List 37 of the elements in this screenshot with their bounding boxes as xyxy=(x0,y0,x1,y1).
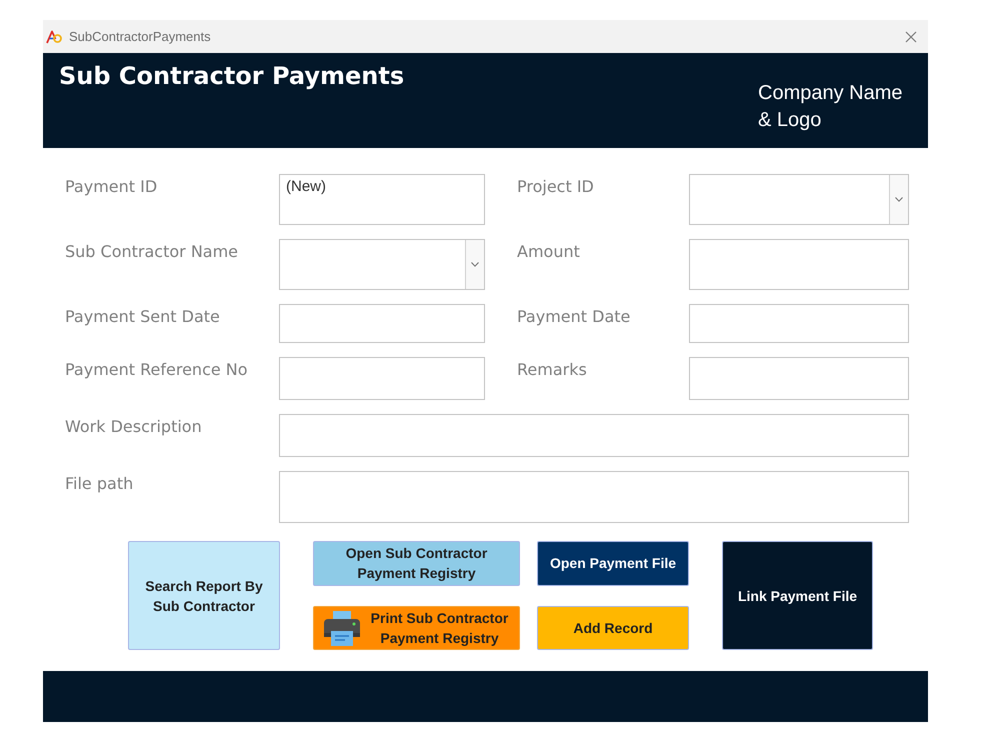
window-title: SubContractorPayments xyxy=(69,29,212,44)
dropdown-field[interactable] xyxy=(279,239,485,290)
text-field[interactable] xyxy=(279,471,909,523)
action-button[interactable]: Search Report By Sub Contractor xyxy=(128,541,280,650)
field-label: Project ID xyxy=(517,176,594,196)
field-label: Payment ID xyxy=(65,176,158,196)
text-field[interactable] xyxy=(689,357,909,400)
dropdown-button[interactable] xyxy=(465,240,484,289)
text-field[interactable] xyxy=(279,357,485,400)
field-label: Payment Sent Date xyxy=(65,306,220,326)
field-label: Amount xyxy=(517,241,580,261)
field-label: Work Description xyxy=(65,416,202,436)
field-label: Payment Date xyxy=(517,306,630,326)
field-label: File path xyxy=(65,473,134,493)
chevron-down-icon xyxy=(895,197,903,202)
close-button[interactable] xyxy=(905,30,917,42)
dropdown-field[interactable] xyxy=(689,174,909,225)
dropdown-button[interactable] xyxy=(889,175,908,224)
action-button[interactable]: Open Sub Contractor Payment Registry xyxy=(313,541,520,586)
text-field[interactable] xyxy=(689,239,909,290)
text-field[interactable] xyxy=(279,414,909,457)
field-label: Sub Contractor Name xyxy=(65,241,238,261)
field-label: Remarks xyxy=(517,359,587,379)
text-field[interactable] xyxy=(689,304,909,343)
close-icon xyxy=(905,30,917,42)
company-name-text: Company Name & Logo xyxy=(758,81,904,133)
app-logo-icon xyxy=(46,30,62,44)
action-button[interactable]: Open Payment File xyxy=(537,541,689,586)
chevron-down-icon xyxy=(471,262,479,267)
action-button[interactable]: Print Sub Contractor Payment Registry xyxy=(313,606,520,650)
field-label: Payment Reference No xyxy=(65,359,248,379)
printer-icon xyxy=(323,608,361,647)
text-field[interactable] xyxy=(279,304,485,343)
text-field[interactable]: (New) xyxy=(279,174,485,225)
form-title: Sub Contractor Payments xyxy=(59,61,404,92)
action-button[interactable]: Link Payment File xyxy=(722,541,873,650)
action-button[interactable]: Add Record xyxy=(537,606,689,650)
